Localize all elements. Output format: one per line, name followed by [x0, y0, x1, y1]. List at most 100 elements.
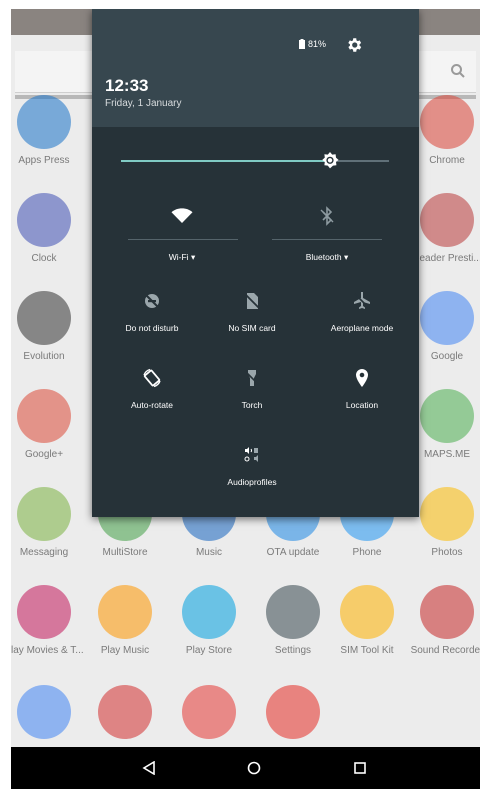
torch-off-icon [244, 370, 260, 386]
home-icon [247, 761, 261, 775]
bluetooth-divider [272, 239, 382, 240]
yandex-browser-icon [98, 685, 152, 739]
app-settings-app[interactable]: Settings [251, 585, 335, 656]
app-apps-press[interactable]: Apps Press [11, 95, 86, 166]
app-yandex[interactable] [167, 685, 251, 739]
app-label: Music [195, 547, 223, 558]
app-label: Messaging [19, 547, 69, 558]
tile-label: Do not disturb [125, 323, 179, 333]
reader-prestigio-icon [420, 193, 474, 247]
quick-settings-header: 81% 12:33 Friday, 1 January [92, 9, 419, 127]
app-label: Evolution [23, 351, 65, 362]
youtube-icon [266, 685, 320, 739]
app-label: Play Store [185, 645, 233, 656]
tile-label: Audioprofiles [227, 477, 277, 487]
messaging-icon [17, 487, 71, 541]
recents-icon [354, 762, 366, 774]
wifi-divider [128, 239, 238, 240]
app-label: Phone [352, 547, 382, 558]
clock-time: 12:33 [105, 76, 149, 95]
tile-do-not-disturb[interactable]: Do not disturb [107, 289, 197, 333]
back-button[interactable] [129, 755, 169, 781]
tile-torch[interactable]: Torch [207, 366, 297, 410]
wifi-icon [171, 208, 193, 223]
tile-label: Torch [241, 400, 263, 410]
evolution-icon [17, 291, 71, 345]
settings-app-icon [266, 585, 320, 639]
sim-toolkit-icon [340, 585, 394, 639]
app-clock[interactable]: Clock [11, 193, 86, 264]
google-plus-icon [17, 389, 71, 443]
app-voice-search[interactable] [11, 685, 86, 739]
tile-audioprofiles[interactable]: Audioprofiles [207, 443, 297, 487]
app-label: Photos [431, 547, 463, 558]
clock-icon [17, 193, 71, 247]
app-evolution[interactable]: Evolution [11, 291, 86, 362]
chrome-icon [420, 95, 474, 149]
app-youtube[interactable] [251, 685, 335, 739]
app-play-store[interactable]: Play Store [167, 585, 251, 656]
app-sim-toolkit[interactable]: SIM Tool Kit [325, 585, 409, 656]
app-label: Google+ [24, 449, 64, 460]
app-google-plus[interactable]: Google+ [11, 389, 86, 460]
audio-profiles-icon [244, 447, 258, 462]
play-music-icon [98, 585, 152, 639]
date-text[interactable]: Friday, 1 January [105, 98, 182, 109]
photos-icon [420, 487, 474, 541]
tile-location[interactable]: Location [312, 366, 412, 410]
app-label: Settings [274, 645, 312, 656]
tile-wifi-dropdown[interactable]: Wi-Fi ▾ [132, 247, 232, 263]
tile-wifi[interactable] [132, 204, 232, 233]
app-label: SIM Tool Kit [340, 645, 394, 656]
airplane-off-icon [354, 292, 370, 309]
tile-label: Auto-rotate [130, 400, 174, 410]
tile-label: Aeroplane mode [330, 323, 394, 333]
tile-auto-rotate[interactable]: Auto-rotate [107, 366, 197, 410]
tile-aeroplane-mode[interactable]: Aeroplane mode [312, 289, 412, 333]
app-label: Sound Recorder [410, 645, 480, 656]
tile-bluetooth-dropdown[interactable]: Bluetooth ▾ [277, 247, 377, 263]
google-icon [420, 291, 474, 345]
battery-icon [299, 39, 305, 49]
app-label: Clock [31, 253, 57, 264]
battery-indicator: 81% [299, 39, 326, 49]
recents-button[interactable] [340, 755, 380, 781]
home-button[interactable] [234, 755, 274, 781]
app-play-music[interactable]: Play Music [83, 585, 167, 656]
auto-rotate-icon [143, 368, 161, 388]
battery-percentage: 81% [308, 39, 327, 49]
tile-wifi-label: Wi-Fi [168, 252, 189, 262]
maps-me-icon [420, 389, 474, 443]
tile-no-sim[interactable]: No SIM card [207, 289, 297, 333]
voice-search-icon [17, 685, 71, 739]
yandex-icon [182, 685, 236, 739]
gear-icon[interactable] [345, 36, 363, 54]
app-yandex-browser[interactable] [83, 685, 167, 739]
apps-press-icon [17, 95, 71, 149]
app-label: Play Movies & T... [11, 645, 84, 656]
app-label: OTA update [266, 547, 320, 558]
app-label: Play Music [100, 645, 150, 656]
play-store-icon [182, 585, 236, 639]
chevron-down-icon: ▾ [344, 252, 349, 262]
back-icon [142, 761, 155, 775]
app-sound-recorder[interactable]: Sound Recorder [405, 585, 480, 656]
app-label: MultiStore [102, 547, 148, 558]
search-icon[interactable] [450, 63, 466, 79]
phone-screen: Apps Press Chrome Clock Reader Presti... Evo… [11, 9, 480, 789]
play-movies-icon [17, 585, 71, 639]
app-messaging[interactable]: Messaging [11, 487, 86, 558]
navigation-bar [11, 747, 480, 789]
bluetooth-off-icon [320, 206, 334, 226]
quick-settings-panel: 81% 12:33 Friday, 1 January Wi-Fi ▾ Blue… [92, 9, 419, 517]
app-play-movies[interactable]: Play Movies & T... [11, 585, 86, 656]
sound-recorder-icon [420, 585, 474, 639]
tile-bluetooth[interactable] [277, 204, 377, 233]
chevron-down-icon: ▾ [190, 252, 196, 262]
no-sim-icon [244, 293, 260, 309]
tile-bluetooth-label: Bluetooth [305, 252, 342, 262]
app-label: Apps Press [18, 155, 70, 166]
tile-label: Location [345, 400, 379, 410]
do-not-disturb-off-icon [143, 292, 161, 310]
brightness-slider-thumb[interactable] [320, 151, 340, 171]
